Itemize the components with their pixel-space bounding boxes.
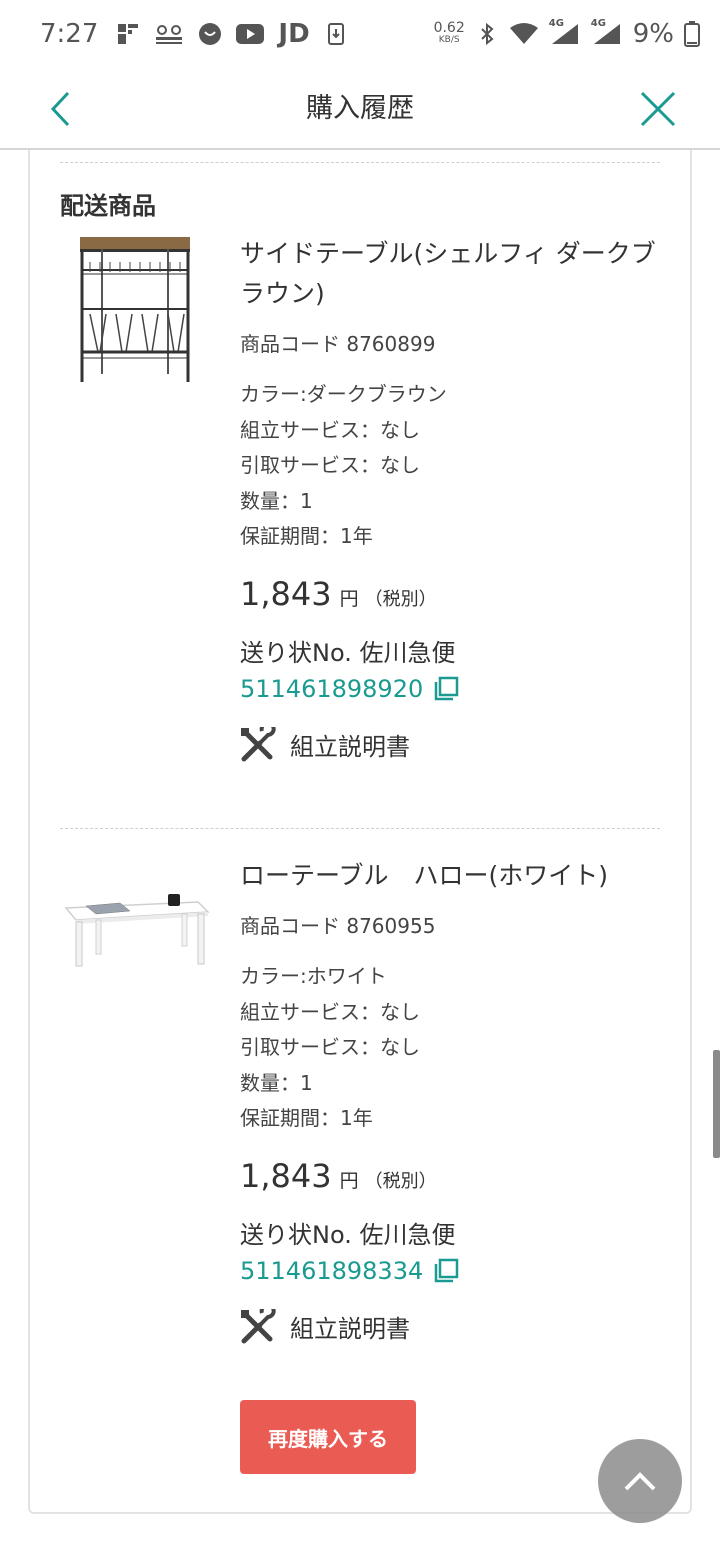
price-row: 1,843 円 （税別） [240, 575, 660, 613]
net-speed-value: 0.62 [433, 20, 465, 36]
signal2-label: 4G [590, 18, 606, 29]
chevron-up-icon [624, 1472, 656, 1491]
product-info: サイドテーブル(シェルフィ ダークブラウン) 商品コード 8760899 カラー… [240, 234, 660, 763]
product-attribute: 保証期間：1年 [240, 524, 373, 548]
section-title: 配送商品 [60, 192, 156, 220]
divider [60, 828, 660, 829]
product-name[interactable]: サイドテーブル(シェルフィ ダークブラウン) [240, 234, 660, 314]
assembly-manual-label[interactable]: 組立説明書 [290, 1309, 410, 1344]
copy-icon[interactable] [433, 676, 459, 702]
price-value: 1,843 [240, 574, 332, 613]
price-tax-note: （税別） [364, 1170, 437, 1192]
app-header: 購入履歴 [0, 68, 720, 150]
wifi-icon [509, 22, 539, 46]
status-system-icons: 0.62 KB/S 4G 4G 9% [433, 18, 700, 49]
product-image[interactable] [60, 856, 210, 1016]
product-attribute: カラー:ホワイト [240, 964, 387, 988]
price-unit: 円 [339, 1169, 359, 1192]
product-attribute: 引取サービス：なし [240, 1035, 420, 1059]
product-code: 商品コード 8760899 [240, 332, 436, 356]
youtube-icon [236, 22, 265, 46]
shipping-label: 送り状No. 佐川急便 [240, 638, 456, 667]
product-attribute: 引取サービス：なし [240, 453, 420, 477]
status-bar: 7:27 JD 0.62 KB/S 4G 4G 9% [0, 0, 720, 68]
product-code: 商品コード 8760955 [240, 914, 436, 938]
close-button[interactable] [636, 86, 680, 132]
signal1-label: 4G [548, 18, 564, 29]
tracking-number[interactable]: 511461898334 [240, 1253, 423, 1289]
net-speed: 0.62 KB/S [433, 20, 465, 46]
product-attribute: 組立サービス：なし [240, 999, 420, 1024]
tools-icon [241, 1308, 276, 1343]
product-image[interactable] [60, 234, 210, 394]
product-attribute: 数量：1 [240, 1070, 313, 1095]
tracking-number[interactable]: 511461898920 [240, 671, 423, 707]
tracking-number-link[interactable]: 511461898920 [240, 671, 660, 707]
price-value: 1,843 [240, 1156, 332, 1195]
product-attribute: カラー:ダークブラウン [240, 382, 447, 406]
product-attribute: 組立サービス：なし [240, 417, 420, 442]
page-title: 購入履歴 [306, 93, 414, 124]
notification-app-icon [116, 22, 140, 46]
battery-icon [684, 21, 700, 47]
price-unit: 円 [339, 587, 359, 610]
battery-level: 9% [632, 19, 674, 49]
signal-icon: 4G [549, 18, 581, 46]
scroll-to-top-button[interactable] [598, 1439, 682, 1523]
shipping-label: 送り状No. 佐川急便 [240, 1220, 456, 1249]
close-icon [640, 91, 676, 127]
assembly-manual-link[interactable]: 組立説明書 [240, 726, 660, 763]
price-row: 1,843 円 （税別） [240, 1157, 660, 1195]
bluetooth-icon [475, 22, 499, 46]
product-name[interactable]: ローテーブル ハロー(ホワイト) [240, 856, 660, 896]
divider [60, 162, 660, 163]
order-detail-card: 配送商品 サイドテーブル(シェルフィ ダークブラウン) 商品コード 876089… [28, 150, 692, 1514]
product-attribute: 保証期間：1年 [240, 1106, 373, 1130]
status-notification-icons: JD [116, 19, 347, 49]
jd-app-text: JD [278, 19, 310, 49]
assembly-manual-link[interactable]: 組立説明書 [240, 1308, 660, 1345]
status-time: 7:27 [40, 19, 99, 49]
price-tax-note: （税別） [364, 588, 437, 610]
tracking-number-link[interactable]: 511461898334 [240, 1253, 660, 1289]
scrollbar[interactable] [713, 1050, 720, 1158]
tools-icon [241, 726, 276, 761]
hello-cycling-icon [154, 22, 184, 46]
product-info: ローテーブル ハロー(ホワイト) 商品コード 8760955 カラー:ホワイト … [240, 856, 660, 1345]
copy-icon[interactable] [433, 1258, 459, 1284]
assembly-manual-label[interactable]: 組立説明書 [290, 727, 410, 762]
chevron-left-icon [50, 91, 70, 127]
signal-icon: 4G [591, 18, 623, 46]
circle-app-icon [198, 22, 222, 46]
product-attribute: 数量：1 [240, 488, 313, 513]
rebuy-button[interactable]: 再度購入する [240, 1400, 416, 1474]
download-icon [324, 22, 348, 46]
back-button[interactable] [40, 86, 80, 132]
